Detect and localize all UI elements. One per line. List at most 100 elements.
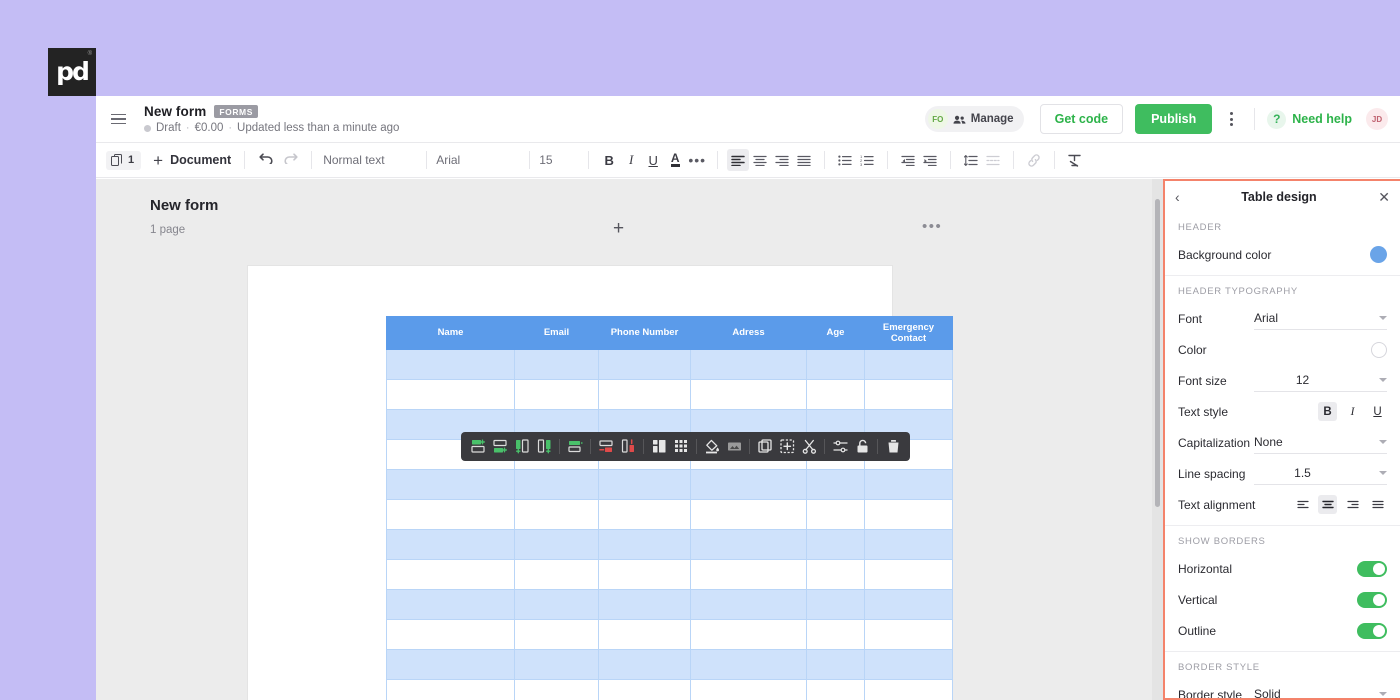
add-page-icon[interactable]: + — [613, 219, 624, 238]
form-table[interactable]: Name Email Phone Number Adress Age Emergency … — [386, 316, 953, 700]
cut-icon[interactable] — [798, 436, 820, 458]
table-cell[interactable] — [864, 649, 953, 680]
bulleted-list-icon[interactable] — [834, 149, 856, 171]
get-code-button[interactable]: Get code — [1039, 104, 1124, 134]
table-header-cell[interactable]: Adress — [690, 316, 807, 350]
avatar[interactable]: JD — [1366, 108, 1388, 130]
table-cell[interactable] — [690, 469, 807, 500]
table-cell[interactable] — [806, 559, 865, 590]
table-cell[interactable] — [690, 559, 807, 590]
table-context-toolbar[interactable] — [461, 432, 910, 461]
table-cell[interactable] — [514, 499, 599, 530]
table-cell[interactable] — [690, 619, 807, 650]
table-cell[interactable] — [864, 499, 953, 530]
table-cell[interactable] — [690, 499, 807, 530]
table-cell[interactable] — [598, 589, 691, 620]
table-row[interactable] — [386, 619, 953, 650]
row-border-style[interactable]: Border style Solid — [1165, 679, 1400, 698]
table-cell[interactable] — [598, 499, 691, 530]
table-cell[interactable] — [386, 379, 515, 410]
row-font[interactable]: Font Arial — [1165, 303, 1400, 334]
bold-button[interactable]: B — [598, 149, 620, 171]
row-line-spacing[interactable]: Line spacing 1.5 — [1165, 458, 1400, 489]
table-cell[interactable] — [514, 649, 599, 680]
table-cell[interactable] — [514, 559, 599, 590]
table-cell[interactable] — [806, 589, 865, 620]
panel-bold-button[interactable]: B — [1318, 402, 1337, 421]
table-cell[interactable] — [598, 529, 691, 560]
fill-color-icon[interactable] — [701, 436, 723, 458]
table-cell[interactable] — [514, 679, 599, 700]
table-cell[interactable] — [514, 619, 599, 650]
font-select[interactable]: Arial — [1254, 308, 1387, 330]
table-cell[interactable] — [864, 589, 953, 620]
delete-column-icon[interactable] — [617, 436, 639, 458]
add-document-button[interactable]: + Document — [153, 152, 231, 169]
panel-align-justify-icon[interactable] — [1368, 495, 1387, 514]
table-cell[interactable] — [864, 469, 953, 500]
table-row[interactable] — [386, 529, 953, 560]
table-cell[interactable] — [386, 529, 515, 560]
table-cell[interactable] — [864, 559, 953, 590]
table-cell[interactable] — [806, 679, 865, 700]
table-cell[interactable] — [806, 529, 865, 560]
close-icon[interactable]: ✕ — [1378, 190, 1390, 204]
table-row[interactable] — [386, 589, 953, 620]
table-cell[interactable] — [598, 379, 691, 410]
table-cell[interactable] — [690, 379, 807, 410]
table-cell[interactable] — [690, 589, 807, 620]
row-capitalization[interactable]: Capitalization None — [1165, 427, 1400, 458]
table-cell[interactable] — [864, 679, 953, 700]
table-row[interactable] — [386, 349, 953, 380]
align-right-icon[interactable] — [771, 149, 793, 171]
table-cell[interactable] — [386, 679, 515, 700]
table-row[interactable] — [386, 379, 953, 410]
font-size-select[interactable]: 15 — [539, 153, 579, 167]
line-spacing-icon[interactable] — [960, 149, 982, 171]
table-cell[interactable] — [386, 469, 515, 500]
table-cell[interactable] — [598, 679, 691, 700]
insert-column-right-icon[interactable] — [533, 436, 555, 458]
table-cell[interactable] — [598, 649, 691, 680]
redo-icon[interactable] — [278, 151, 302, 169]
duplicate-icon[interactable] — [754, 436, 776, 458]
table-cell[interactable] — [806, 469, 865, 500]
table-cell[interactable] — [386, 589, 515, 620]
font-family-select[interactable]: Arial — [436, 153, 520, 167]
decrease-indent-icon[interactable] — [897, 149, 919, 171]
font-size-select[interactable]: 12 — [1254, 370, 1387, 392]
table-cell[interactable] — [806, 349, 865, 380]
table-cell[interactable] — [514, 589, 599, 620]
workspace-scrollbar-track[interactable] — [1152, 179, 1163, 700]
row-font-size[interactable]: Font size 12 — [1165, 365, 1400, 396]
table-cell[interactable] — [514, 469, 599, 500]
italic-button[interactable]: I — [620, 149, 642, 171]
table-row[interactable] — [386, 469, 953, 500]
table-row[interactable] — [386, 679, 953, 700]
more-formatting-icon[interactable]: ••• — [686, 149, 708, 171]
table-cell[interactable] — [690, 649, 807, 680]
table-cell[interactable] — [864, 379, 953, 410]
row-color[interactable]: Color — [1165, 334, 1400, 365]
panel-underline-button[interactable]: U — [1368, 402, 1387, 421]
publish-button[interactable]: Publish — [1135, 104, 1213, 134]
panel-align-center-icon[interactable] — [1318, 495, 1337, 514]
table-cell[interactable] — [514, 529, 599, 560]
table-cell[interactable] — [386, 649, 515, 680]
table-cell[interactable] — [806, 379, 865, 410]
link-icon[interactable] — [1023, 149, 1045, 171]
border-style-select[interactable]: Solid — [1254, 684, 1387, 698]
page-break-icon[interactable] — [982, 149, 1004, 171]
table-cell[interactable] — [386, 619, 515, 650]
table-cell[interactable] — [806, 649, 865, 680]
table-row[interactable] — [386, 499, 953, 530]
align-justify-icon[interactable] — [793, 149, 815, 171]
table-header-cell[interactable]: Phone Number — [598, 316, 691, 350]
panel-align-left-icon[interactable] — [1293, 495, 1312, 514]
table-cell[interactable] — [386, 349, 515, 380]
table-cell[interactable] — [598, 469, 691, 500]
table-cell[interactable] — [598, 619, 691, 650]
table-cell[interactable] — [598, 559, 691, 590]
clear-formatting-icon[interactable] — [1064, 149, 1086, 171]
table-cell[interactable] — [514, 379, 599, 410]
